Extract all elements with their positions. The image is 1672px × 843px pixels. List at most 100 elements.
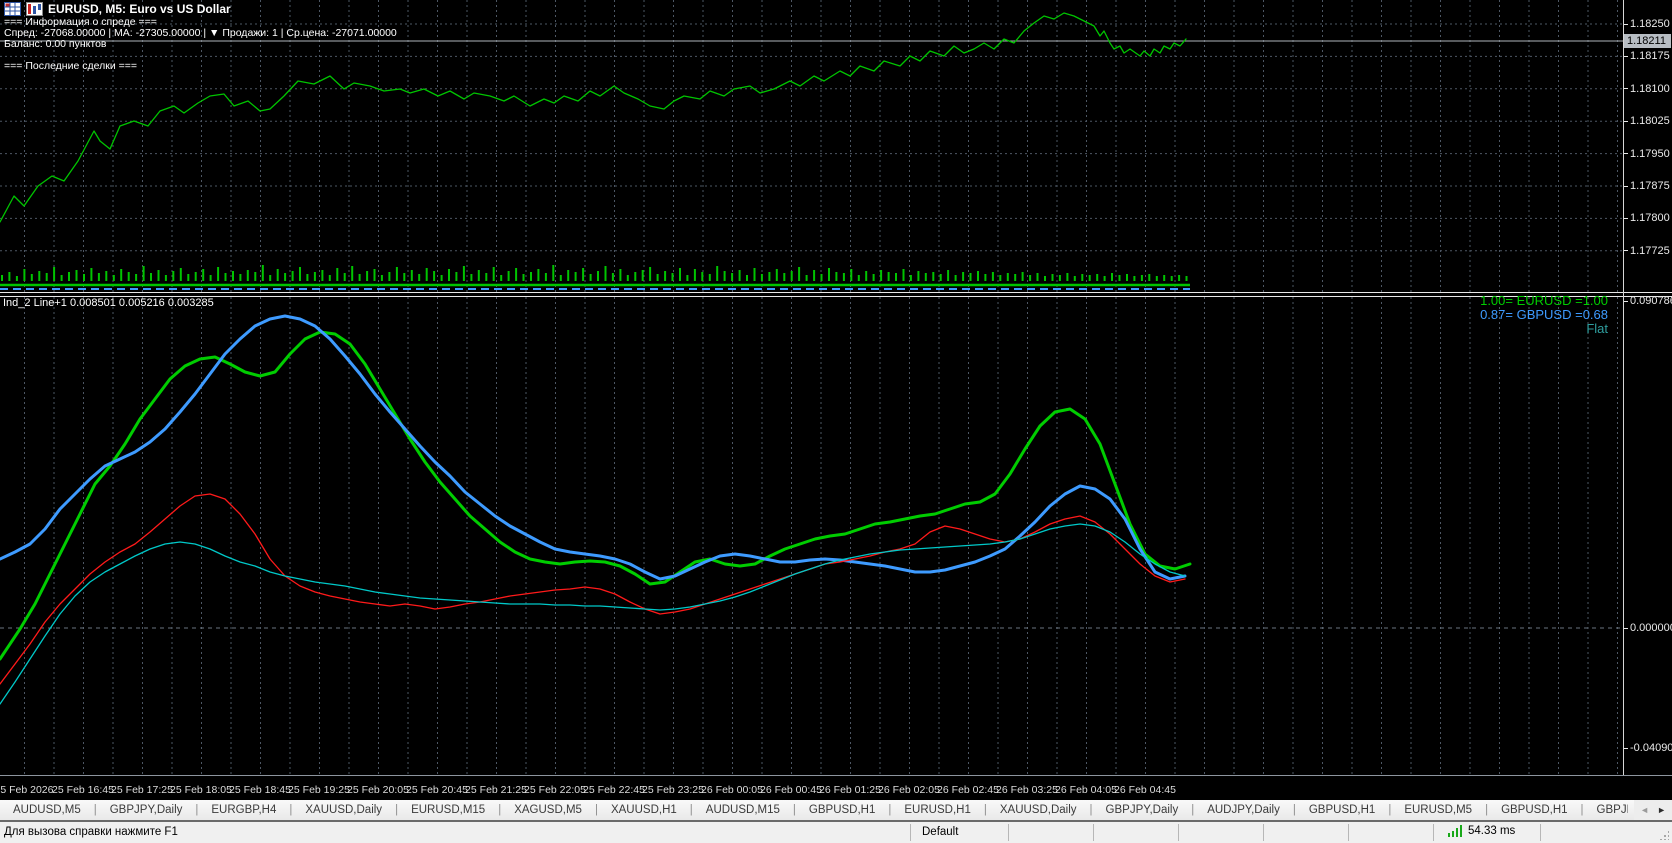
volume-bar (462, 266, 465, 281)
volume-bar (693, 269, 696, 281)
price-chart-window[interactable] (0, 0, 1623, 292)
time-label: 25 Feb 22:05 (524, 784, 586, 796)
time-label: 26 Feb 01:25 (819, 784, 881, 796)
volume-bar (1103, 276, 1106, 281)
tab-xauusd-h1[interactable]: XAUUSD,H1 (598, 804, 690, 816)
tab-audusd-m5[interactable]: AUDUSD,M5 (0, 804, 94, 816)
volume-bar (1133, 276, 1136, 281)
tab-xauusd-daily[interactable]: XAUUSD,Daily (987, 804, 1090, 816)
time-label: 25 Feb 20:05 (347, 784, 409, 796)
tab-eurgbp-h4[interactable]: EURGBP,H4 (198, 804, 289, 816)
volume-bar (634, 272, 637, 281)
volume-bar (105, 271, 108, 281)
volume-bar (53, 267, 56, 281)
tab-xagusd-m5[interactable]: XAGUSD,M5 (501, 804, 595, 816)
volume-bar (1073, 276, 1076, 281)
status-profile[interactable]: Default (922, 826, 958, 838)
volume-bar (425, 268, 428, 281)
volume-bar (224, 273, 227, 281)
tab-gbpusd-h1[interactable]: GBPUSD,H1 (1488, 804, 1580, 816)
volume-bar (485, 273, 488, 281)
volume-bar (358, 274, 361, 281)
volume-bar (686, 275, 689, 281)
volume-bar (1163, 275, 1166, 281)
volume-bar (813, 270, 816, 281)
chart-tabs: AUDUSD,M5 | GBPJPY,Daily | EURGBP,H4 | XAUUSD,… (0, 800, 1628, 820)
tab-eurusd-h1[interactable]: EURUSD,H1 (891, 804, 983, 816)
tab-eurusd-m5[interactable]: EURUSD,M5 (1391, 804, 1485, 816)
volume-bar (738, 270, 741, 281)
volume-bar (500, 275, 503, 281)
indicator-tick-mark (1624, 747, 1628, 749)
indicator-tick-label: 0.000000 (1630, 622, 1672, 634)
grid-chart-icon[interactable] (4, 2, 21, 16)
series-eurusd-close (0, 12, 1187, 223)
tab-gbpusd-h1[interactable]: GBPUSD,H1 (1296, 804, 1388, 816)
volume-bar (142, 266, 145, 281)
volume-bar (470, 274, 473, 281)
legend-entry: Flat (1586, 321, 1608, 336)
volume-bar (1118, 275, 1121, 281)
tab-eurusd-m15[interactable]: EURUSD,M15 (398, 804, 498, 816)
volume-bar (708, 274, 711, 281)
volume-bar (909, 275, 912, 281)
volume-bar (448, 269, 450, 281)
tab-gbpjpy-m30[interactable]: GBPJPY,M30 (1584, 804, 1628, 816)
tab-audjpy-daily[interactable]: AUDJPY,Daily (1194, 804, 1293, 816)
volume-bar (753, 268, 756, 281)
chart-area[interactable]: 1.18211 1.18250 1.18175 1.18100 1.18025 1.17… (0, 0, 1672, 775)
volume-bar (440, 275, 443, 281)
price-tick-mark (1624, 217, 1628, 219)
tab-gbpjpy-daily[interactable]: GBPJPY,Daily (1093, 804, 1192, 816)
volume-bar (559, 275, 562, 281)
volume-bar (857, 275, 860, 281)
volume-bar (261, 265, 264, 281)
tab-xauusd-daily[interactable]: XAUUSD,Daily (292, 804, 395, 816)
volume-bar (492, 267, 495, 281)
volume-bar (239, 274, 242, 281)
volume-bar (850, 269, 853, 281)
volume-bar (835, 272, 838, 281)
tab-gbpusd-h1[interactable]: GBPUSD,H1 (796, 804, 888, 816)
volume-bar (68, 272, 70, 281)
volume-bar (269, 275, 272, 281)
volume-bar (1096, 274, 1099, 281)
tab-scroll-left-icon[interactable]: ◄ (1640, 805, 1649, 815)
volume-bar (604, 266, 607, 281)
bar-chart-icon[interactable] (26, 2, 43, 16)
volume-bar (664, 271, 667, 281)
volume-bar (1066, 273, 1069, 281)
volume-bar (977, 271, 979, 281)
price-scale[interactable]: 1.18211 1.18250 1.18175 1.18100 1.18025 1.17… (1624, 0, 1672, 775)
volume-bar (1029, 275, 1032, 281)
status-cell-divider (910, 824, 911, 841)
volume-bar (373, 269, 376, 281)
volume-bar (746, 275, 748, 281)
status-help-text: Для вызова справки нажмите F1 (4, 826, 178, 838)
volume-bar (112, 275, 115, 281)
time-label: 25 Feb 2026 (0, 784, 54, 796)
time-axis[interactable]: 25 Feb 2026 25 Feb 16:45 25 Feb 17:25 25 Fe… (0, 775, 1672, 800)
indicator-window[interactable] (0, 297, 1623, 775)
tab-scroll-arrows: ◄ ► (1634, 800, 1672, 820)
time-label: 25 Feb 22:45 (583, 784, 645, 796)
tab-audusd-m15[interactable]: AUDUSD,M15 (693, 804, 793, 816)
price-tick-mark (1624, 55, 1628, 57)
indicator-tick-label: 0.090786 (1630, 295, 1672, 307)
time-label: 26 Feb 04:45 (1114, 784, 1176, 796)
volume-bar (246, 270, 249, 281)
volume-bar (895, 273, 897, 281)
volume-bar (38, 271, 41, 281)
price-tick-mark (1624, 120, 1628, 122)
tab-gbpjpy-daily[interactable]: GBPJPY,Daily (97, 804, 196, 816)
volume-bar (939, 274, 942, 281)
volume-bar (30, 274, 33, 281)
volume-bar (544, 273, 547, 281)
resize-grip[interactable] (1659, 830, 1669, 840)
tab-scroll-right-icon[interactable]: ► (1657, 805, 1666, 815)
chart-title: EURUSD, M5: Euro vs US Dollar (48, 2, 231, 16)
volume-bar (567, 270, 570, 281)
volume-bar (522, 274, 525, 281)
status-cell-divider (1263, 824, 1264, 841)
volume-bar (1014, 274, 1017, 281)
